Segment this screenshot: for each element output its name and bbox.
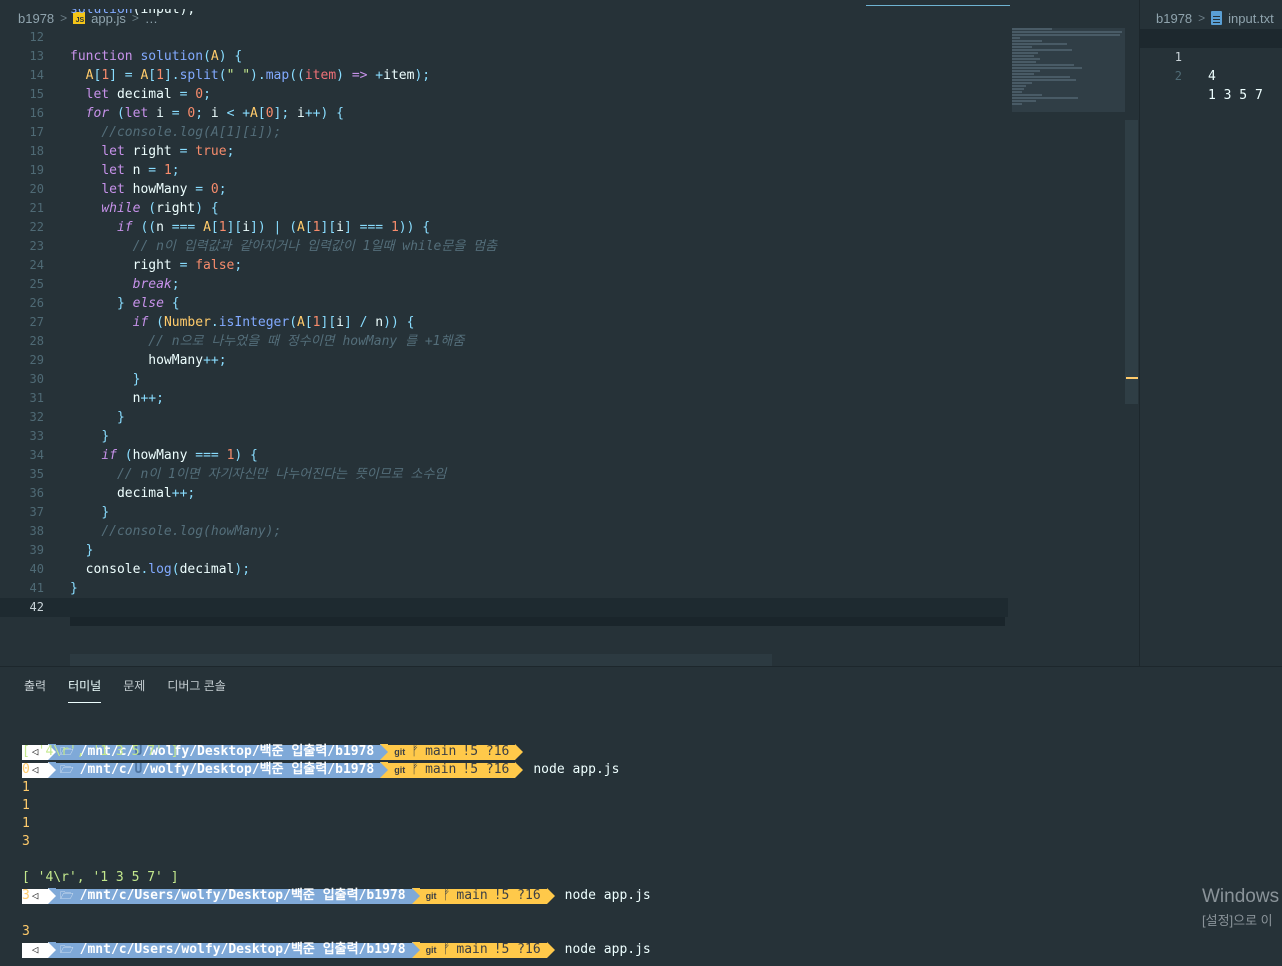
active-tab-indicator xyxy=(866,5,1010,6)
code-line: 13 function solution(A) { xyxy=(29,49,243,64)
terminal-prompt: ◁ 🗁/mnt/c/Users/wolfy/Desktop/백준 입출력/b19… xyxy=(22,905,1202,958)
breadcrumb-file[interactable]: input.txt xyxy=(1228,11,1274,26)
code-line: 14 A[1] = A[1].split(" ").map((item) => … xyxy=(29,68,431,83)
code-line: 24 right = false; xyxy=(29,258,243,273)
terminal-output: [ '4\r', '1 3 5 7' ] xyxy=(22,744,179,759)
terminal-output: [ '4\r', '1 3 5 7' ] xyxy=(22,870,179,885)
terminal-prompt: ◁ 🗁/mnt/c/U/wolfy/Desktop/백준 입출력/b1978 g… xyxy=(22,707,1202,760)
scrollbar-marker xyxy=(1126,377,1138,379)
tab-debug-console[interactable]: 디버그 콘솔 xyxy=(167,677,226,703)
terminal-output: 1 xyxy=(22,816,30,831)
code-line: 22 if ((n === A[1][i]) | (A[1][i] === 1)… xyxy=(29,220,431,235)
code-line: 38 //console.log(howMany); xyxy=(29,524,282,539)
terminal-output: 0 xyxy=(22,762,30,777)
text-line[interactable]: 1 4 xyxy=(1140,29,1282,84)
code-line: 39 } xyxy=(29,543,94,558)
terminal-output: 3 xyxy=(22,888,30,903)
windows-activation-watermark: Windows [설정]으로 이 xyxy=(1202,886,1280,928)
code-line: 26 } else { xyxy=(29,296,180,311)
code-line: 37 } xyxy=(29,505,110,520)
breadcrumb-folder[interactable]: b1978 xyxy=(1156,11,1192,26)
code-area[interactable]: 11 solution(input); 12 13function soluti… xyxy=(0,9,1008,617)
code-line: 20 let howMany = 0; xyxy=(29,182,227,197)
terminal-output: 3 xyxy=(22,924,30,939)
code-line: 29 howMany++; xyxy=(29,353,227,368)
terminal-prompt: ◁ 🗁/mnt/c/Users/wolfy/Desktop/백준 입출력/b19… xyxy=(22,851,1202,904)
code-line-partial: 11 solution(input); xyxy=(70,9,196,17)
terminal[interactable]: ◁ 🗁/mnt/c/U/wolfy/Desktop/백준 입출력/b1978 g… xyxy=(22,707,1202,959)
code-line: 28 // n으로 나누었을 때 정수이면 howMany 를 +1해줌 xyxy=(29,334,465,349)
code-line: 21 while (right) { xyxy=(29,201,219,216)
bottom-panel: 출력 터미널 문제 디버그 콘솔 ◁ 🗁/mnt/c/U/wolfy/Deskt… xyxy=(0,666,1282,966)
code-line: 23 // n이 입력값과 같아지거나 입력값이 1일때 while문을 멈춤 xyxy=(29,239,498,254)
text-line[interactable]: 2 1 3 5 7 xyxy=(1140,48,1282,103)
code-line: 41} xyxy=(29,581,78,596)
terminal-prompt[interactable]: ◁ 🗁/mnt/c/Users/wolfy/Desktop/백준 입출력/b19… xyxy=(22,941,1202,959)
code-line: 12 xyxy=(29,30,44,44)
chevron-right-icon: > xyxy=(1198,11,1206,25)
code-line: 18 let right = true; xyxy=(29,144,235,159)
code-line: 35 // n이 1이면 자기자신만 나누어진다는 뜻이므로 소수임 xyxy=(29,467,447,482)
terminal-prompt: ◁ 🗁/mnt/c/U/wolfy/Desktop/백준 입출력/b1978 g… xyxy=(22,725,1202,778)
code-line: 36 decimal++; xyxy=(29,486,196,501)
terminal-output: 1 xyxy=(22,780,30,795)
horizontal-scrollbar[interactable] xyxy=(70,654,772,666)
code-line: 34 if (howMany === 1) { xyxy=(29,448,258,463)
secondary-editor[interactable]: b1978 > input.txt 1 4 2 1 3 5 7 xyxy=(1139,0,1282,666)
code-line: 27 if (Number.isInteger(A[1][i] / n)) { xyxy=(29,315,415,330)
terminal-output: 3 xyxy=(22,834,30,849)
code-line: 31 n++; xyxy=(29,391,164,406)
text-file-icon xyxy=(1211,11,1223,25)
code-line: 19 let n = 1; xyxy=(29,163,180,178)
code-line: 25 break; xyxy=(29,277,180,292)
secondary-breadcrumb: b1978 > input.txt xyxy=(1156,8,1274,28)
code-line: 33 } xyxy=(29,429,110,444)
code-line: 16 for (let i = 0; i < +A[0]; i++) { xyxy=(29,106,344,121)
tab-terminal[interactable]: 터미널 xyxy=(68,677,102,703)
code-editor[interactable]: b1978 > JS app.js > … 11 solution(input)… xyxy=(0,0,1138,666)
code-line: 15 let decimal = 0; xyxy=(29,87,211,102)
code-line: 32 } xyxy=(29,410,125,425)
tab-output[interactable]: 출력 xyxy=(24,677,46,703)
tab-problems[interactable]: 문제 xyxy=(123,677,145,703)
code-line-current[interactable]: 42 xyxy=(0,598,1008,617)
code-line: 17 //console.log(A[1][i]); xyxy=(29,125,282,140)
code-line: 30 } xyxy=(29,372,141,387)
minimap-slider[interactable] xyxy=(1012,28,1125,112)
vertical-scrollbar[interactable] xyxy=(1125,120,1138,404)
terminal-output: 1 xyxy=(22,798,30,813)
code-line: 40 console.log(decimal); xyxy=(29,562,251,577)
panel-tabs: 출력 터미널 문제 디버그 콘솔 xyxy=(24,677,248,703)
